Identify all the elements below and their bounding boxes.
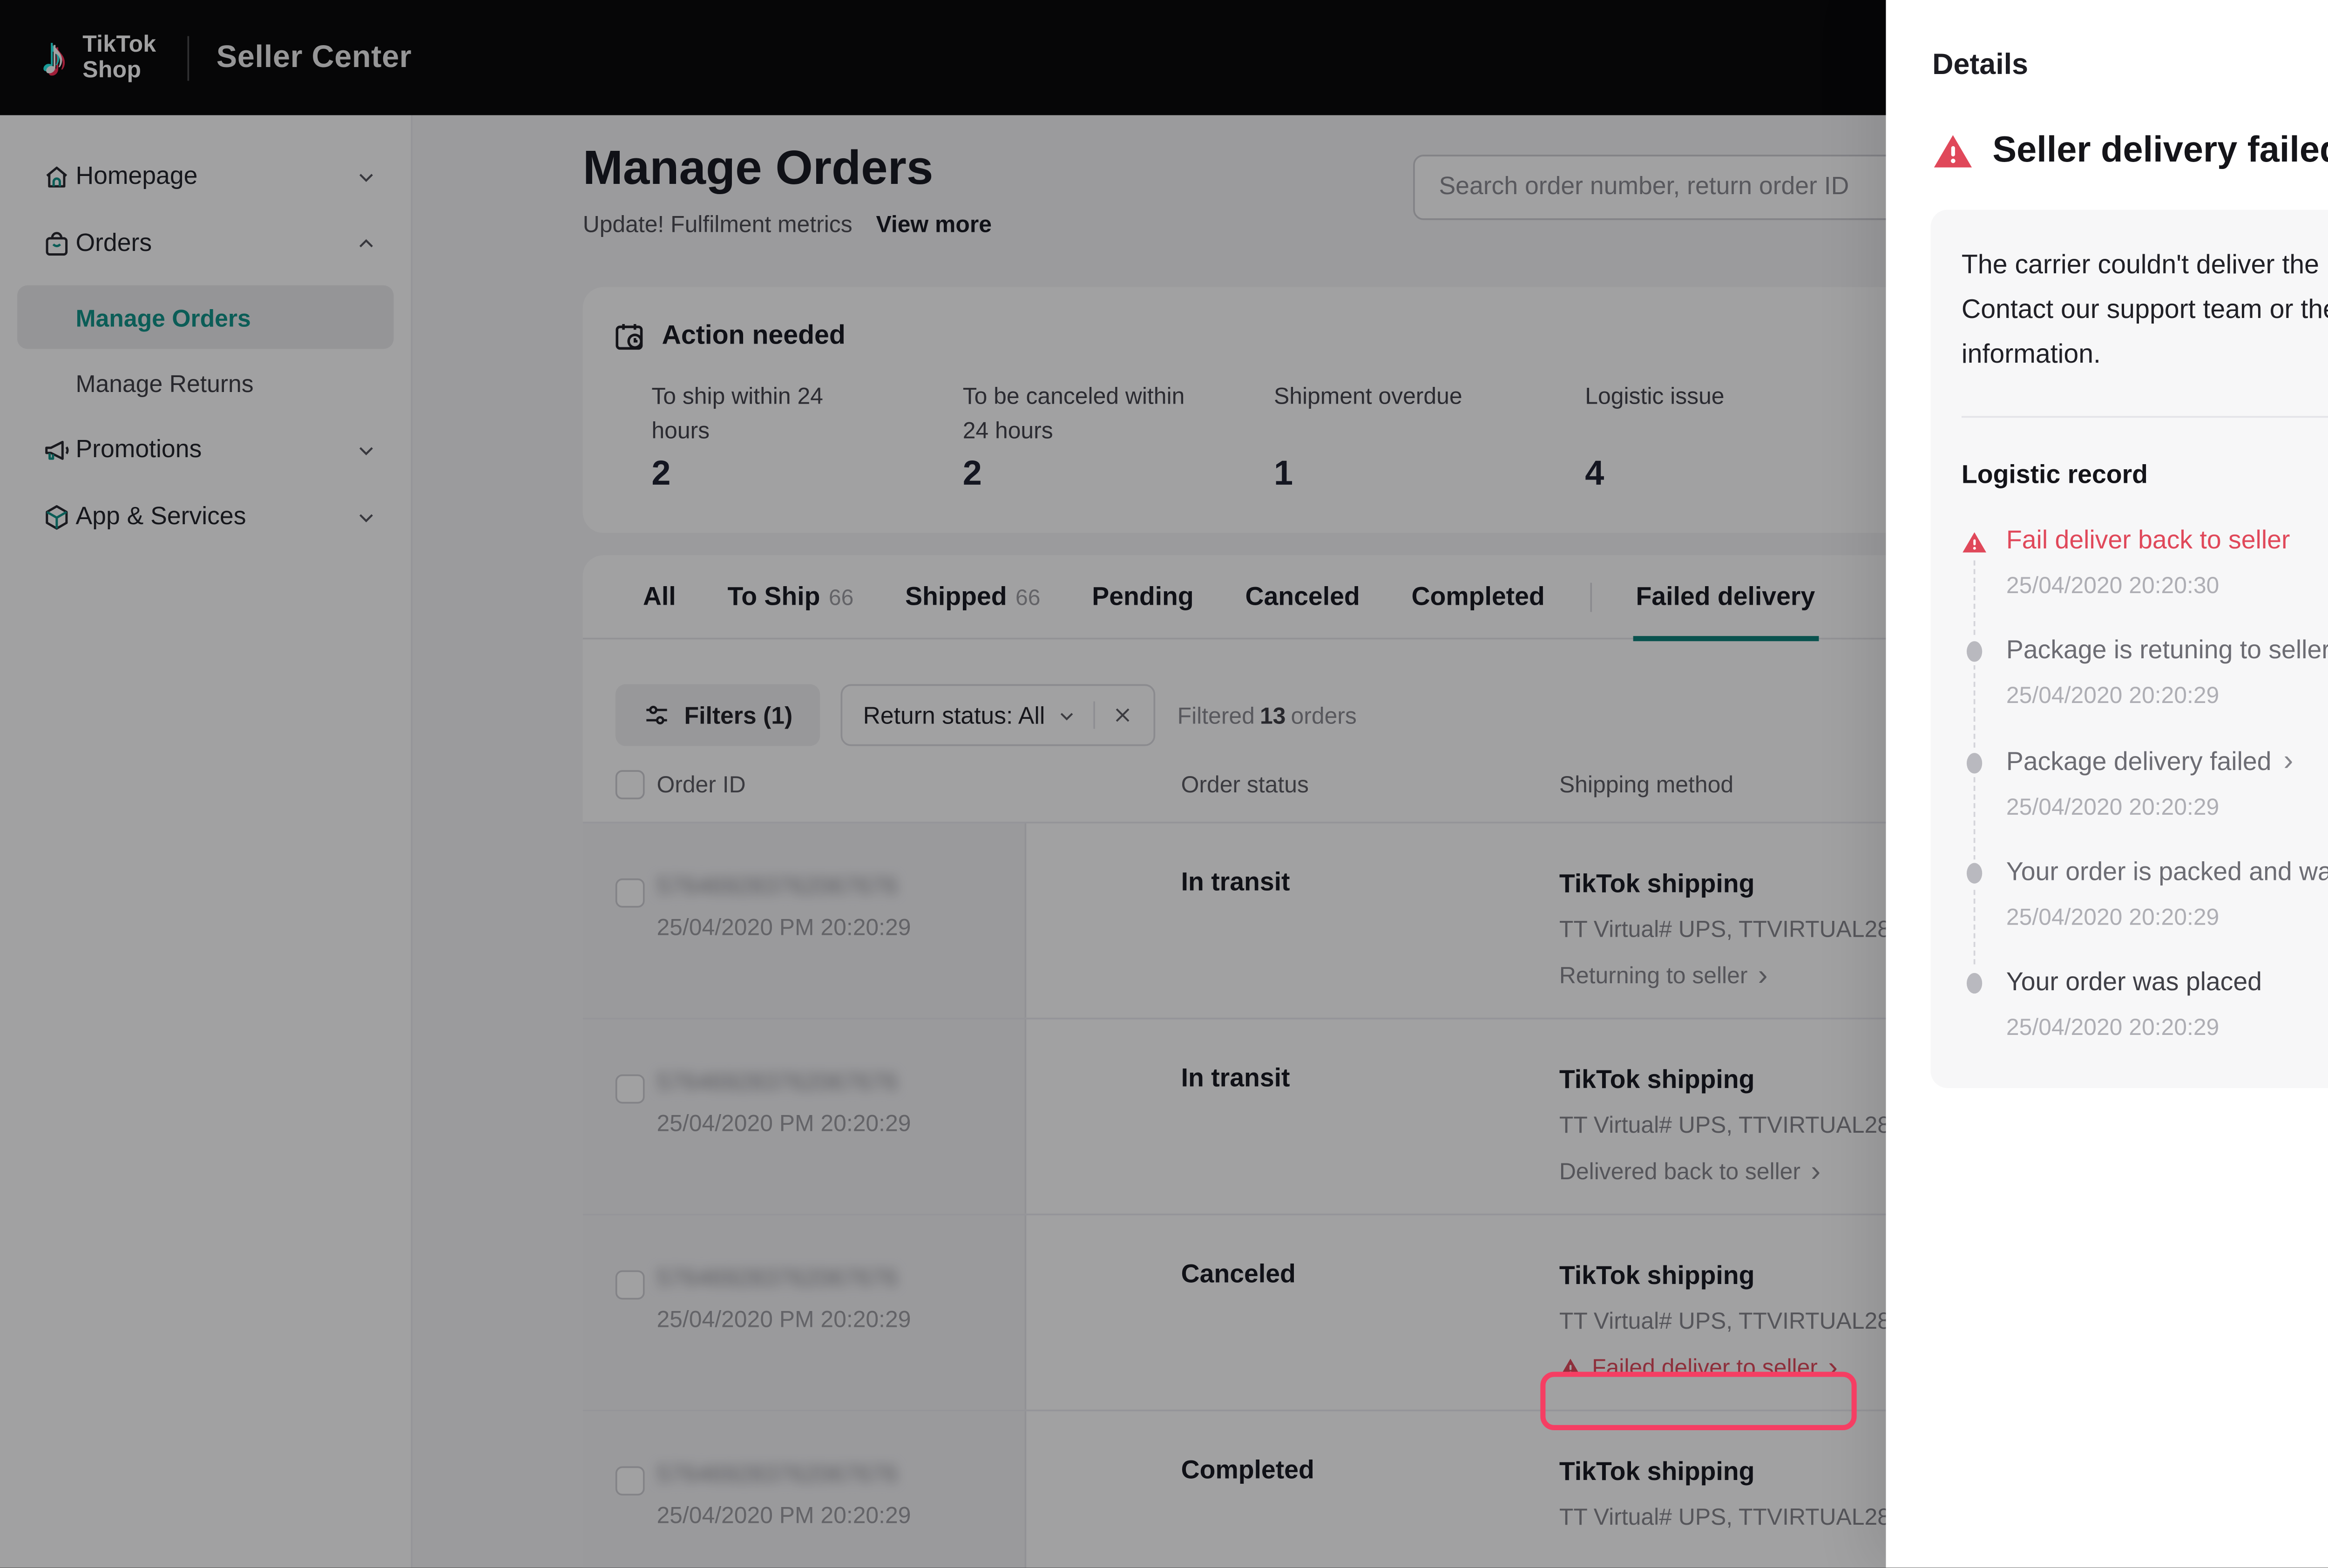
card-divider [1962, 416, 2328, 418]
timeline-label: Your order is packed and waiting for the… [2006, 858, 2328, 888]
timeline-dot-icon [1962, 749, 1987, 776]
timeline-timestamp: 25/04/2020 20:20:29 [2006, 904, 2328, 930]
timeline-item: Package is retuning to seller 25/04/2020 … [1962, 636, 2328, 708]
alert-heading: Seller delivery failed [1932, 131, 2328, 172]
alert-message: The carrier couldn't deliver the package… [1962, 244, 2328, 378]
chevron-right-icon[interactable]: › [2283, 744, 2293, 777]
timeline-dot-icon [1962, 859, 1987, 887]
timeline-label: Package is retuning to seller [2006, 636, 2328, 667]
timeline-timestamp: 25/04/2020 20:20:29 [2006, 1014, 2328, 1040]
timeline-timestamp: 25/04/2020 20:20:29 [2006, 794, 2328, 820]
tiktok-seller-center-page: ♪ TikTok Shop Seller Center HomepageOrde… [0, 0, 2328, 1568]
alert-title: Seller delivery failed [1992, 131, 2328, 172]
timeline-label: Your order was placed [2006, 968, 2262, 999]
details-drawer: Details Seller delivery failed The carri… [1886, 0, 2328, 1568]
warning-triangle-icon [1962, 528, 1987, 555]
logistic-record-card: The carrier couldn't deliver the package… [1930, 210, 2328, 1088]
logistic-record-title: Logistic record [1962, 461, 2328, 490]
timeline-timestamp: 25/04/2020 20:20:30 [2006, 573, 2328, 598]
timeline-label: Fail deliver back to seller [2006, 526, 2290, 557]
timeline-label: Package delivery failed› [2006, 746, 2293, 778]
timeline-timestamp: 25/04/2020 20:20:29 [2006, 683, 2328, 708]
warning-triangle-icon [1932, 131, 1974, 172]
timeline-item: Your order was placed 25/04/2020 20:20:29 [1962, 968, 2328, 1040]
logistic-timeline: Fail deliver back to seller 25/04/2020 20… [1962, 526, 2328, 1040]
timeline-dot-icon [1962, 969, 1987, 997]
timeline-item: Fail deliver back to seller 25/04/2020 20… [1962, 526, 2328, 598]
drawer-title: Details [1932, 48, 2028, 82]
timeline-dot-icon [1962, 638, 1987, 665]
timeline-item: Your order is packed and waiting for the… [1962, 858, 2328, 930]
timeline-item[interactable]: Package delivery failed› 25/04/2020 20:20… [1962, 746, 2328, 820]
